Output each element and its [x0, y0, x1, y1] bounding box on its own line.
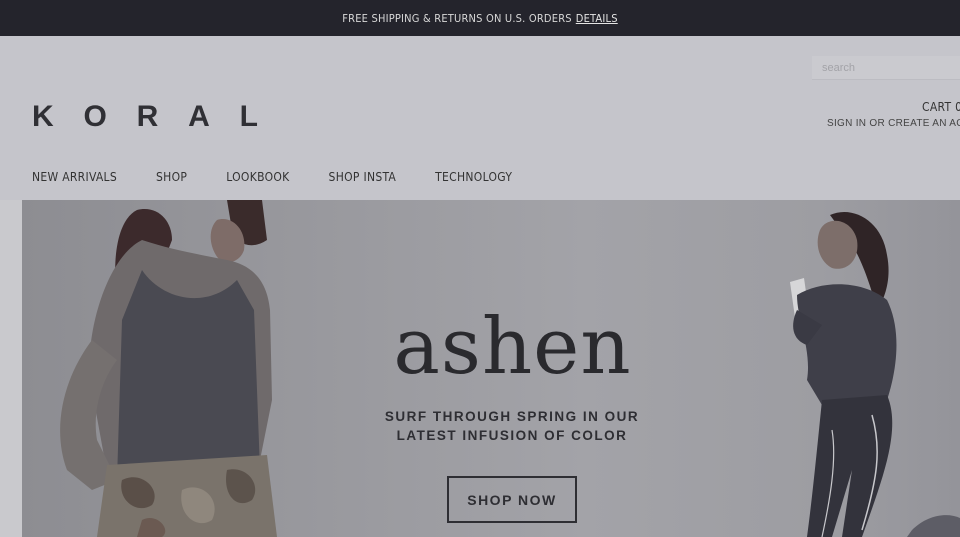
nav-item-new-arrivals[interactable]: NEW ARRIVALS	[32, 170, 117, 184]
promo-details-link[interactable]: DETAILS	[576, 12, 618, 25]
hero-model-left-image	[60, 200, 277, 537]
hero-subline-1: SURF THROUGH SPRING IN OUR	[384, 409, 640, 424]
nav-item-shop-insta[interactable]: SHOP INSTA	[329, 170, 397, 184]
create-account-link[interactable]: CREATE AN ACC	[888, 118, 960, 129]
search-input[interactable]	[812, 56, 960, 80]
hero-model-right-image	[790, 211, 960, 537]
logo-text: KORAL	[32, 100, 258, 130]
koral-logo[interactable]: KORAL	[30, 100, 260, 130]
site-header: KORAL CART 0 SIGN IN OR CREATE AN ACC NE…	[0, 36, 960, 200]
promo-bar: FREE SHIPPING & RETURNS ON U.S. ORDERS D…	[0, 0, 960, 36]
main-nav: NEW ARRIVALS SHOP LOOKBOOK SHOP INSTA TE…	[32, 170, 551, 184]
nav-item-technology[interactable]: TECHNOLOGY	[435, 170, 512, 184]
sign-in-link[interactable]: SIGN IN	[827, 118, 866, 129]
nav-item-lookbook[interactable]: LOOKBOOK	[226, 170, 289, 184]
shop-now-button[interactable]: SHOP NOW	[447, 476, 577, 523]
hero-subheadline: SURF THROUGH SPRING IN OUR LATEST INFUSI…	[360, 407, 664, 445]
hero-subline-2: LATEST INFUSION OF COLOR	[396, 428, 628, 443]
cart-count: 0	[955, 100, 960, 114]
nav-item-shop[interactable]: SHOP	[156, 170, 187, 184]
promo-text: FREE SHIPPING & RETURNS ON U.S. ORDERS	[342, 11, 572, 25]
account-or: OR	[869, 118, 886, 129]
hero-headline: ashen	[393, 302, 632, 392]
hero-banner[interactable]: ashen SURF THROUGH SPRING IN OUR LATEST …	[22, 200, 960, 537]
cart-link[interactable]: CART 0	[922, 100, 960, 114]
account-links: SIGN IN OR CREATE AN ACC	[827, 118, 960, 129]
cart-label: CART	[922, 100, 952, 114]
